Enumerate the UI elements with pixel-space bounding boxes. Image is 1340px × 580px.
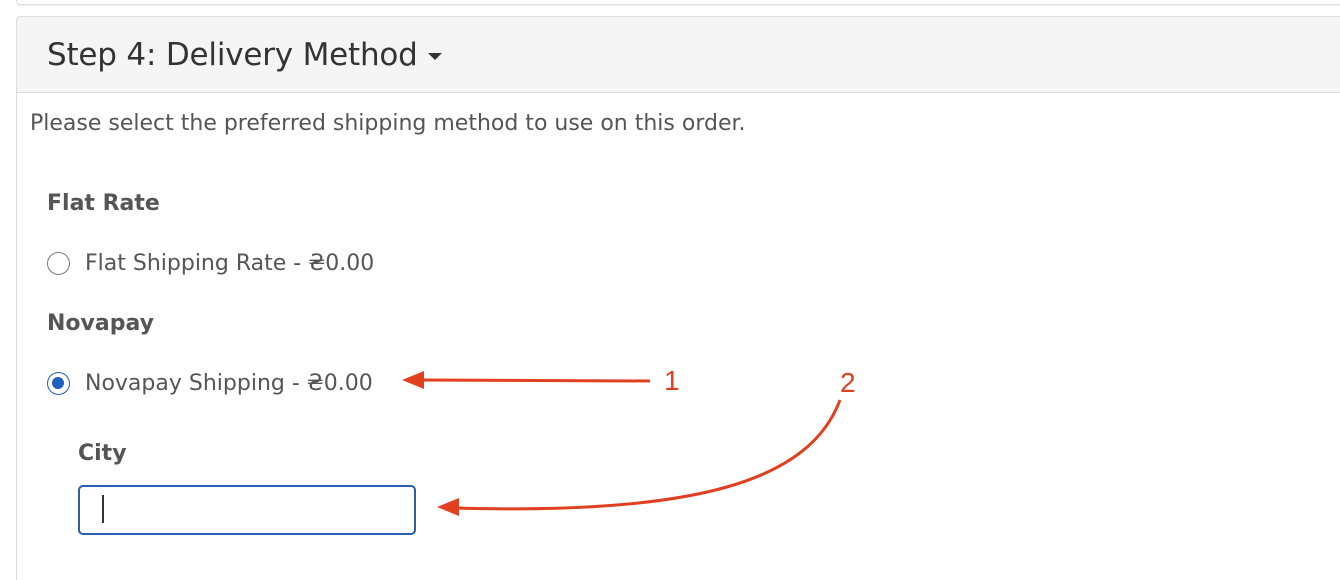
panel-title-text: Step 4: Delivery Method [47, 36, 418, 73]
group-title-flat-rate: Flat Rate [47, 191, 160, 216]
flat-shipping-label: Flat Shipping Rate - ₴0.00 [85, 251, 375, 276]
text-cursor [102, 495, 104, 523]
flat-shipping-radio[interactable] [47, 252, 70, 275]
group-title-novapay: Novapay [47, 311, 154, 336]
panel-title[interactable]: Step 4: Delivery Method [47, 37, 442, 73]
checkout-page: Step 4: Delivery Method Please select th… [0, 0, 1340, 580]
previous-panel-edge [16, 0, 1340, 5]
city-label: City [78, 441, 127, 466]
panel-heading[interactable]: Step 4: Delivery Method [17, 17, 1340, 93]
flat-shipping-option[interactable]: Flat Shipping Rate - ₴0.00 [47, 251, 374, 276]
annotation-label-1: 1 [664, 365, 680, 396]
novapay-shipping-label: Novapay Shipping - ₴0.00 [85, 371, 373, 396]
novapay-shipping-radio[interactable] [47, 372, 70, 395]
caret-down-icon [427, 53, 442, 60]
novapay-shipping-option[interactable]: Novapay Shipping - ₴0.00 [47, 371, 373, 396]
city-input[interactable] [78, 485, 416, 535]
annotation-label-2: 2 [840, 367, 856, 398]
intro-text: Please select the preferred shipping met… [30, 111, 746, 136]
